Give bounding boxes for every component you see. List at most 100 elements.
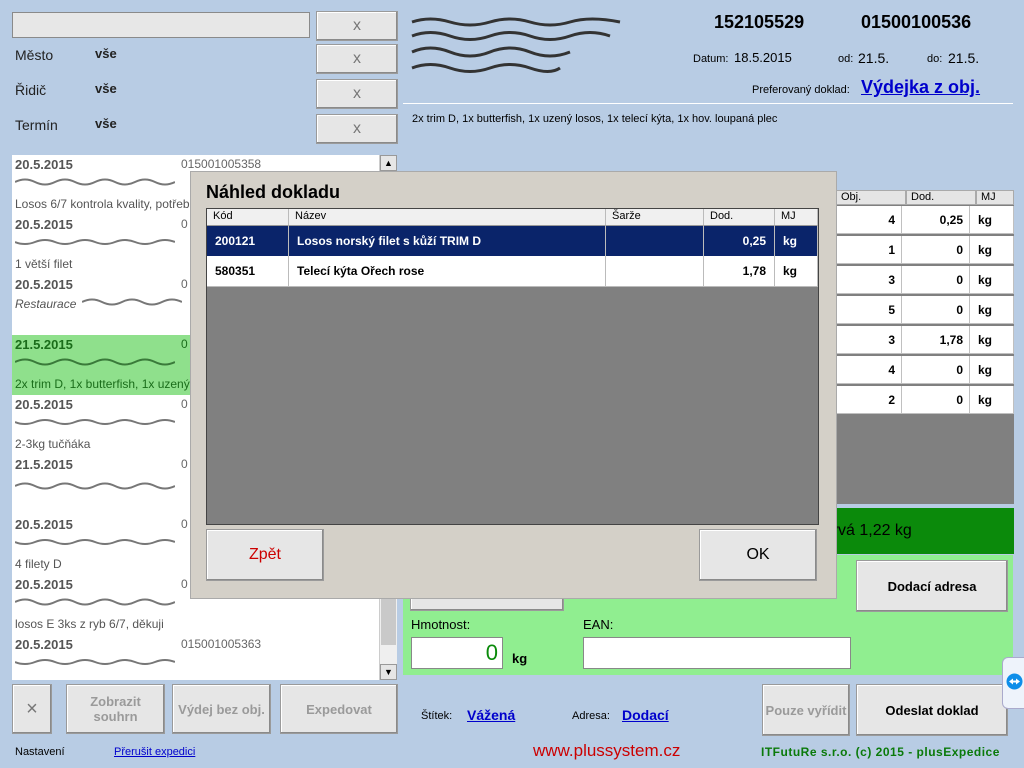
order-number: 0 [181, 577, 188, 591]
cell-dod: 0,25 [902, 206, 970, 234]
scroll-up-arrow-icon[interactable]: ▲ [380, 155, 397, 171]
only-settle-button[interactable]: Pouze vyřídit [762, 684, 850, 736]
redacted-customer-name-scribble [411, 17, 621, 73]
clear-driver-button[interactable]: x [316, 79, 398, 109]
order-items-table[interactable]: Obj. Dod. MJ 4 0,25 kg 1 0 kg 3 0 kg 5 0… [806, 190, 1014, 504]
order-number: 0 [181, 217, 188, 231]
cell-dod: 0 [902, 356, 970, 384]
document-row[interactable]: 580351 Telecí kýta Ořech rose 1,78 kg [207, 256, 818, 287]
close-button[interactable]: × [12, 684, 52, 734]
preferred-document-label: Preferovaný doklad: [752, 84, 850, 96]
cell-obj: 4 [836, 206, 902, 234]
ean-input[interactable] [583, 637, 851, 669]
row-code: 580351 [207, 256, 289, 286]
cell-mj: kg [970, 356, 1014, 384]
address-type-label: Adresa: [572, 710, 610, 722]
order-number: 0 [181, 397, 188, 411]
order-note: 1 větší filet [15, 257, 73, 271]
cell-obj: 5 [836, 296, 902, 324]
show-summary-button[interactable]: Zobrazit souhrn [66, 684, 165, 734]
to-value: 21.5. [948, 50, 980, 66]
scroll-down-arrow-icon[interactable]: ▼ [380, 664, 397, 680]
row-name: Losos norský filet s kůží TRIM D [289, 226, 606, 256]
teamviewer-tab[interactable] [1002, 657, 1024, 709]
col-header-dod: Dod. [906, 190, 976, 205]
document-items-grid[interactable]: Kód Název Šarže Dod. MJ 200121 Losos nor… [206, 208, 819, 525]
order-number: 0 [181, 457, 188, 471]
order-note-text: 2x trim D, 1x butterfish, 1x uzený losos… [412, 113, 778, 125]
weight-unit: kg [512, 651, 528, 666]
filter-value-city[interactable]: vše [95, 46, 117, 61]
preferred-document-link[interactable]: Výdejka z obj. [861, 77, 980, 98]
teamviewer-icon [1006, 673, 1023, 690]
clear-term-button[interactable]: x [316, 114, 398, 144]
cell-mj: kg [970, 236, 1014, 264]
weight-label: Hmotnost: [411, 617, 471, 632]
row-batch [606, 226, 704, 256]
row-name: Telecí kýta Ořech rose [289, 256, 606, 286]
ok-button[interactable]: OK [699, 529, 817, 581]
col-header-obj: Obj. [836, 190, 906, 205]
send-document-button[interactable]: Odeslat doklad [856, 684, 1008, 736]
cell-obj: 2 [836, 386, 902, 414]
clear-city-button[interactable]: x [316, 44, 398, 74]
filter-label-term: Termín [15, 117, 58, 133]
order-number: 015001005358 [181, 157, 262, 171]
redacted-customer-scribble [15, 239, 175, 245]
order-number: 015001005363 [181, 637, 262, 651]
dialog-title: Náhled dokladu [206, 182, 341, 202]
order-list-item[interactable]: 20.5.2015 015001005363 [12, 635, 379, 680]
dispatch-button[interactable]: Expedovat [280, 684, 398, 734]
col-header-name: Název [289, 209, 606, 226]
order-note: losos E 3ks z ryb 6/7, děkuji [15, 617, 164, 631]
row-qty: 0,25 [704, 226, 775, 256]
order-date: 20.5.2015 [15, 277, 73, 292]
document-preview-dialog: Náhled dokladu Kód Název Šarže Dod. MJ 2… [190, 171, 837, 599]
col-header-mj: MJ [976, 190, 1014, 205]
cell-obj: 4 [836, 356, 902, 384]
ean-label: EAN: [583, 617, 614, 632]
cell-mj: kg [970, 386, 1014, 414]
cell-obj: 3 [836, 266, 902, 294]
label-type-link[interactable]: Vážená [467, 707, 515, 723]
order-note: Losos 6/7 kontrola kvality, potřeb [15, 197, 190, 211]
col-header-unit: MJ [775, 209, 818, 226]
search-input[interactable] [12, 12, 310, 38]
from-value: 21.5. [858, 50, 890, 66]
issue-without-order-button[interactable]: Výdej bez obj. [172, 684, 271, 734]
redacted-customer-scribble [15, 178, 175, 186]
cell-mj: kg [970, 206, 1014, 234]
cell-mj: kg [970, 296, 1014, 324]
copyright-text: ITFutuRe s.r.o. (c) 2015 - plusExpedice [761, 745, 1000, 759]
delivery-address-button[interactable]: Dodací adresa [856, 560, 1008, 612]
row-unit: kg [775, 256, 818, 286]
cell-mj: kg [970, 326, 1014, 354]
filter-value-driver[interactable]: vše [95, 81, 117, 96]
order-date: 20.5.2015 [15, 637, 73, 652]
order-date: 21.5.2015 [15, 337, 73, 352]
clear-search-button[interactable]: x [316, 11, 398, 41]
weight-value-field[interactable]: 0 [411, 637, 503, 669]
filter-value-term[interactable]: vše [95, 116, 117, 131]
redacted-customer-scribble [15, 358, 175, 366]
remaining-weight-text: ývá 1,22 kg [830, 522, 912, 539]
redacted-customer-scribble [82, 298, 182, 306]
col-header-batch: Šarže [606, 209, 704, 226]
document-row-selected[interactable]: 200121 Losos norský filet s kůží TRIM D … [207, 226, 818, 256]
settings-label[interactable]: Nastavení [15, 746, 65, 758]
to-label: do: [927, 53, 943, 65]
order-number: 0 [181, 517, 188, 531]
order-date: 21.5.2015 [15, 457, 73, 472]
order-date: 20.5.2015 [15, 157, 73, 172]
date-label: Datum: [693, 53, 729, 65]
address-type-link[interactable]: Dodací [622, 707, 669, 723]
cell-dod: 0 [902, 386, 970, 414]
order-date: 20.5.2015 [15, 397, 73, 412]
order-note: 2x trim D, 1x butterfish, 1x uzený [15, 377, 190, 391]
back-button[interactable]: Zpět [206, 529, 324, 581]
remaining-weight-status: ývá 1,22 kg [806, 508, 1014, 554]
redacted-customer-scribble [15, 482, 175, 490]
row-unit: kg [775, 226, 818, 256]
interrupt-dispatch-link[interactable]: Přerušit expedici [114, 746, 195, 758]
redacted-customer-scribble [15, 539, 175, 545]
